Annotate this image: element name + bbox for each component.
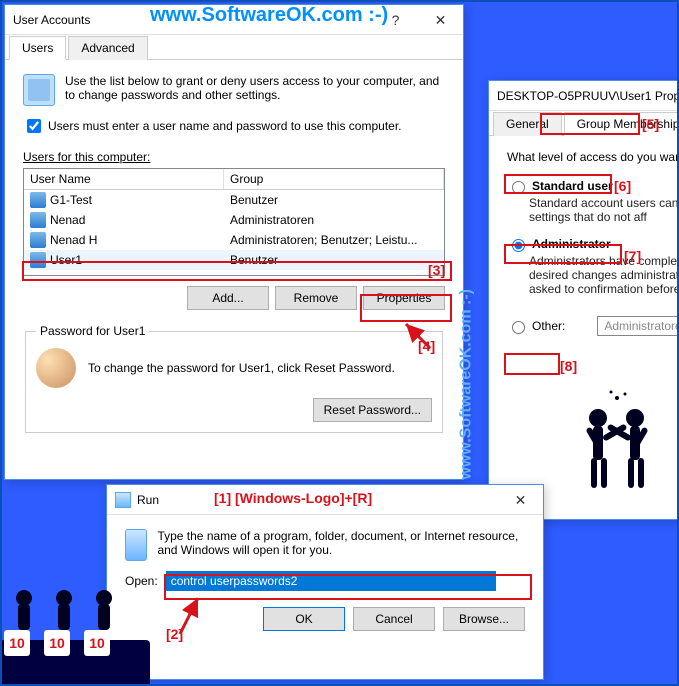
cancel-button[interactable]: Cancel (353, 607, 435, 631)
score-sign: 10 (4, 630, 30, 656)
tab-general[interactable]: General (493, 112, 562, 136)
key-user-icon (36, 348, 76, 388)
label-administrator: Administrator (532, 237, 611, 251)
password-text: To change the password for User1, click … (88, 361, 395, 375)
properties-title: DESKTOP-O5PRUUV\User1 Properties (497, 89, 679, 103)
watermark-side: www.SoftwareOK.com :-) (458, 289, 476, 480)
users-icon (23, 74, 55, 106)
user-accounts-title: User Accounts (13, 13, 90, 27)
list-row[interactable]: G1-Test Benutzer (24, 190, 444, 210)
score-sign: 10 (84, 630, 110, 656)
desc-administrator: Administrators have complete can make an… (529, 254, 679, 296)
checkbox-label: Users must enter a user name and passwor… (48, 119, 402, 133)
access-question: What level of access do you want t (507, 150, 679, 164)
user-accounts-window: User Accounts ? ✕ Users Advanced Use the… (4, 4, 464, 480)
radio-administrator[interactable] (512, 239, 525, 252)
reset-password-button[interactable]: Reset Password... (313, 398, 432, 422)
run-icon (125, 529, 147, 561)
user-icon (30, 192, 46, 208)
col-username[interactable]: User Name (24, 169, 224, 189)
watermark-top: www.SoftwareOK.com :-) (150, 4, 388, 27)
desc-standard-user: Standard account users can us system set… (529, 196, 679, 224)
users-list[interactable]: User Name Group G1-Test Benutzer Nenad A… (23, 168, 445, 276)
other-combo[interactable]: Administratoren (597, 316, 679, 336)
tab-advanced[interactable]: Advanced (68, 36, 147, 60)
run-dialog: Run ✕ Type the name of a program, folder… (106, 484, 544, 680)
users-list-label: Users for this computer: (23, 150, 445, 164)
list-row[interactable]: Nenad Administratoren (24, 210, 444, 230)
close-icon[interactable]: ✕ (418, 5, 463, 35)
close-icon[interactable]: ✕ (498, 485, 543, 515)
radio-standard-user[interactable] (512, 181, 525, 194)
col-group[interactable]: Group (224, 169, 444, 189)
browse-button[interactable]: Browse... (443, 607, 525, 631)
tab-group-membership[interactable]: Group Membership (564, 112, 679, 136)
label-standard-user: Standard user (532, 179, 613, 193)
label-other: Other: (532, 319, 565, 333)
open-input[interactable]: control userpasswords2 (166, 571, 496, 591)
list-row-selected[interactable]: User1 Benutzer (24, 250, 444, 270)
user-icon (30, 232, 46, 248)
celebration-silhouette (563, 388, 673, 498)
run-title: Run (137, 493, 159, 507)
remove-button[interactable]: Remove (275, 286, 357, 310)
chevron-down-icon[interactable]: ▾ (516, 573, 521, 584)
add-button[interactable]: Add... (187, 286, 269, 310)
judges-silhouette: 10 10 10 (0, 566, 150, 686)
list-row[interactable]: Nenad H Administratoren; Benutzer; Leist… (24, 230, 444, 250)
user-icon (30, 252, 46, 268)
radio-other[interactable] (512, 321, 525, 334)
run-text: Type the name of a program, folder, docu… (157, 529, 525, 557)
password-legend: Password for User1 (36, 324, 149, 338)
tab-users[interactable]: Users (9, 36, 66, 60)
score-sign: 10 (44, 630, 70, 656)
properties-button[interactable]: Properties (363, 286, 445, 310)
checkbox-require-password[interactable] (27, 119, 41, 133)
run-titlebar-icon (115, 492, 131, 508)
info-text: Use the list below to grant or deny user… (65, 74, 445, 102)
ok-button[interactable]: OK (263, 607, 345, 631)
user-icon (30, 212, 46, 228)
